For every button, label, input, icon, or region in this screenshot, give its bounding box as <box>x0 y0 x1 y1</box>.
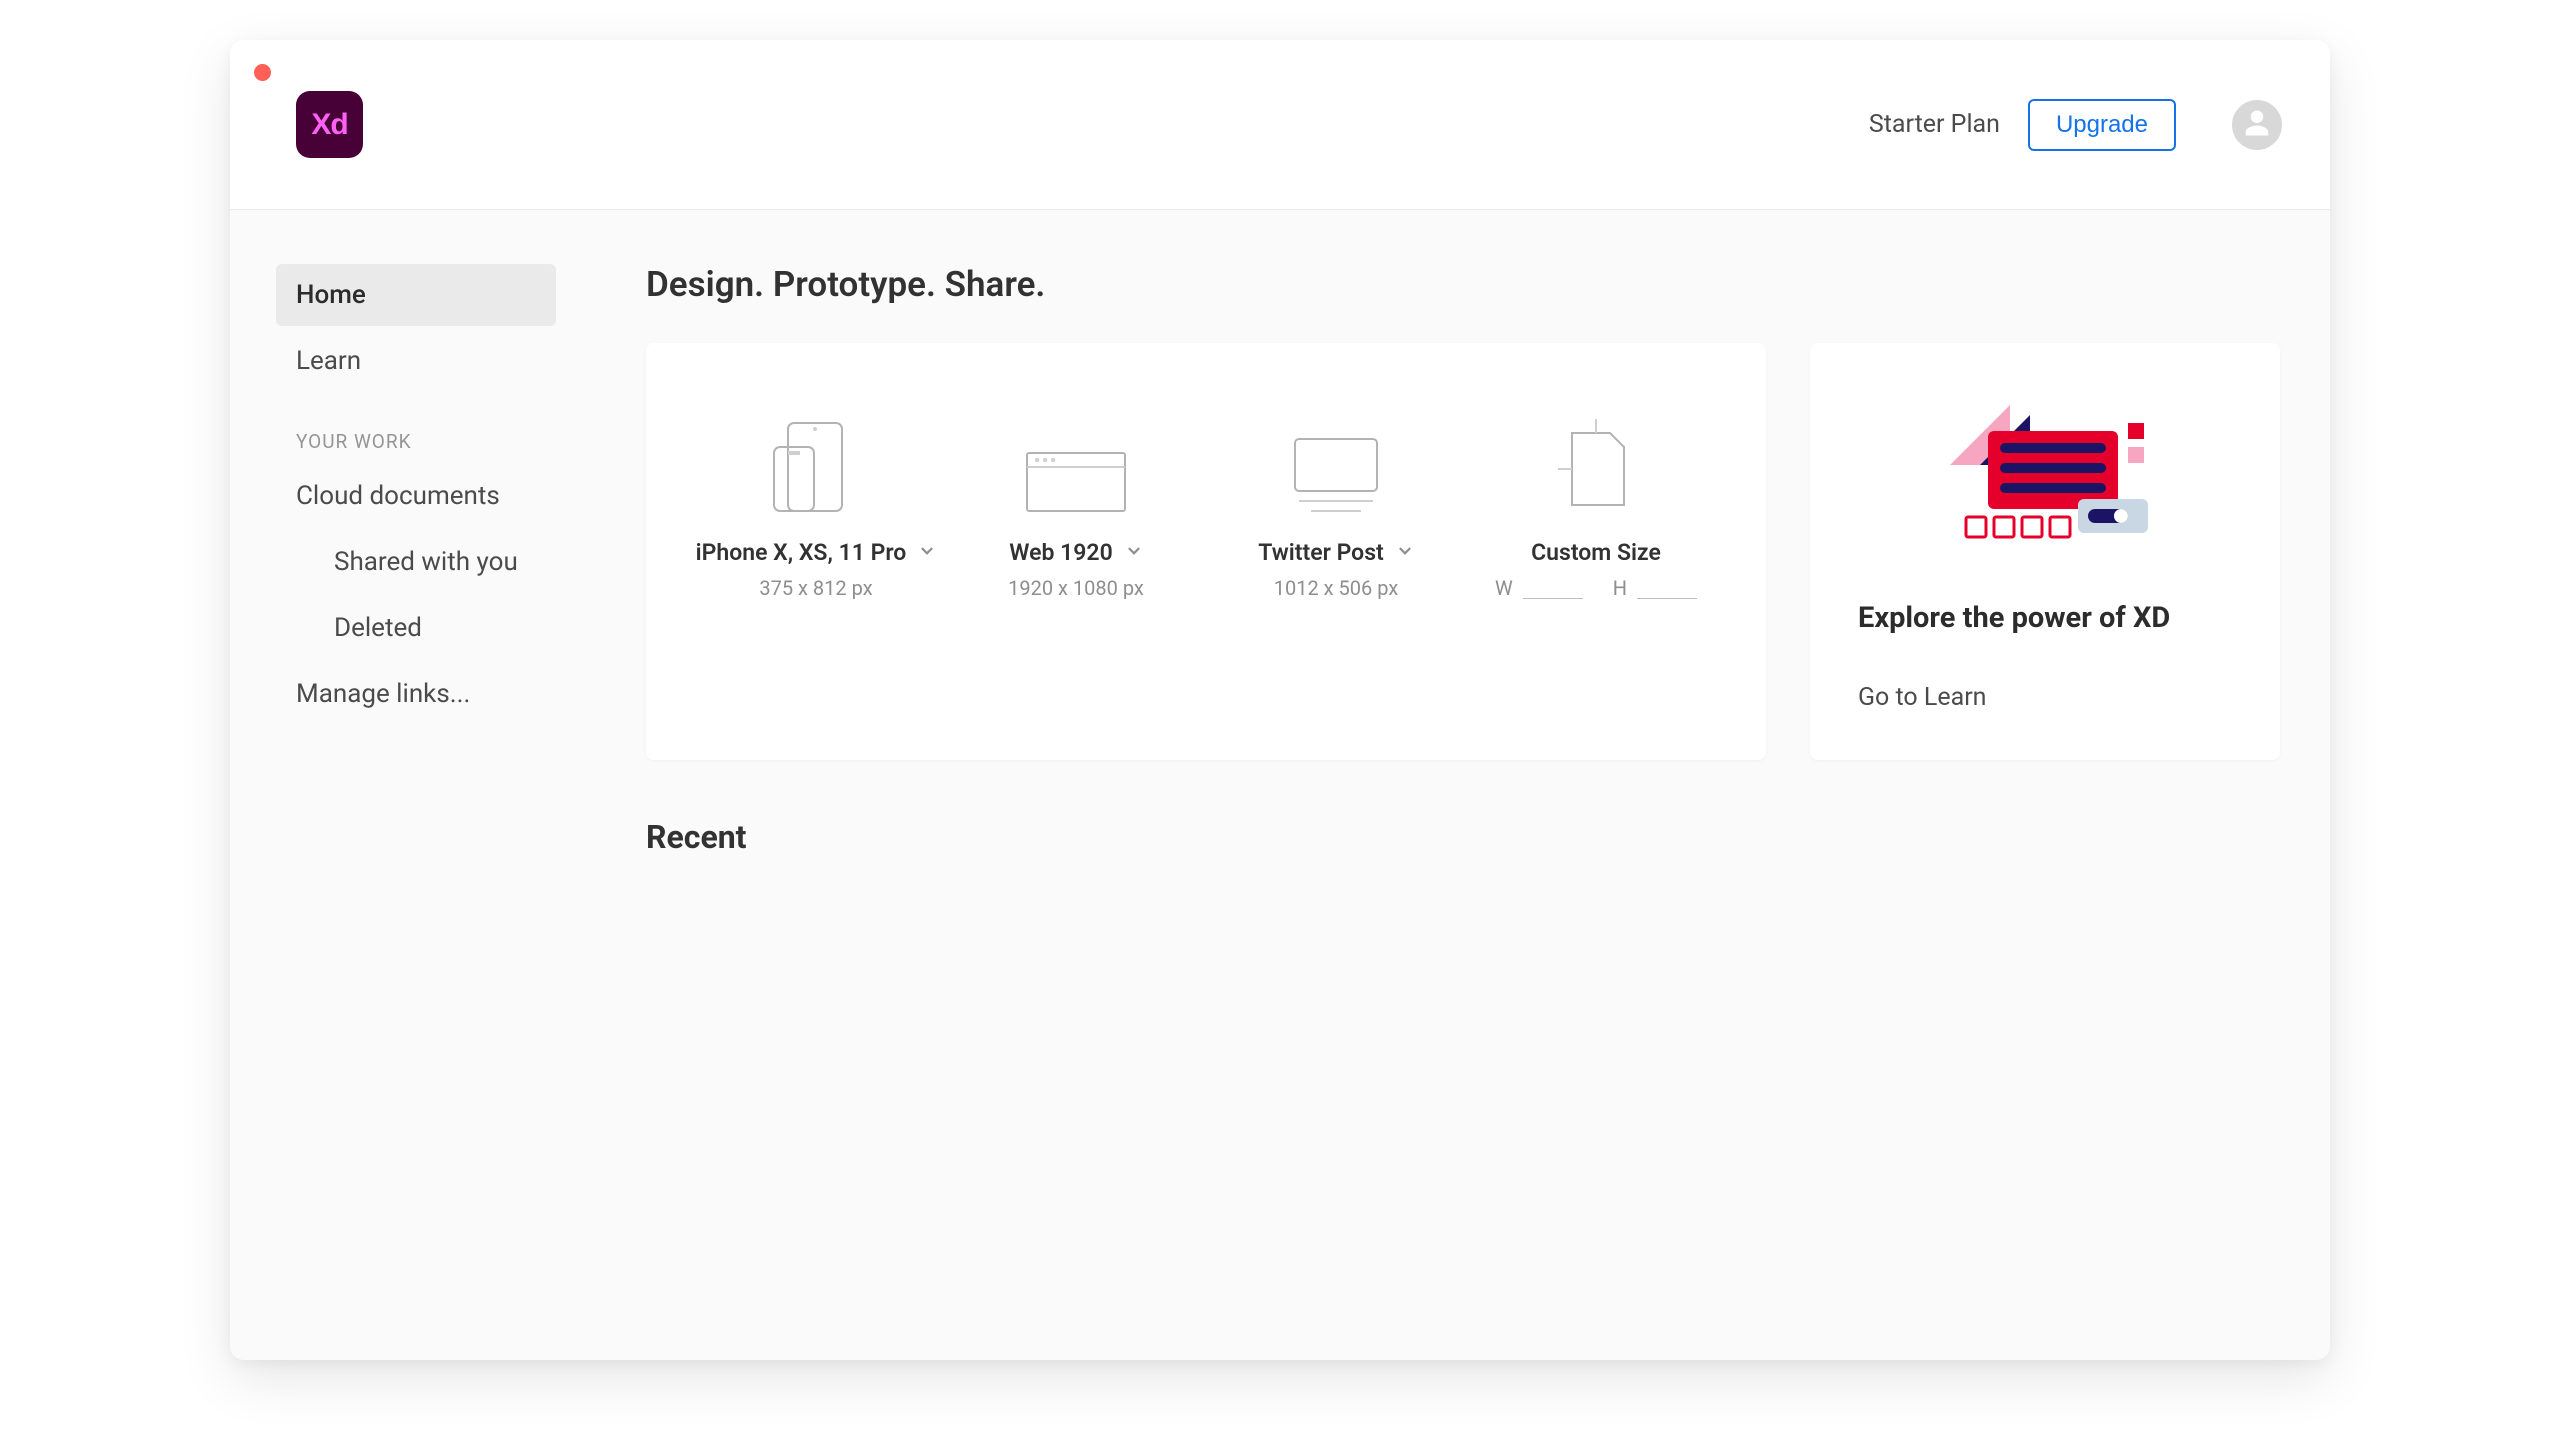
xd-logo-text: Xd <box>311 108 347 142</box>
body: Home Learn YOUR WORK Cloud documents Sha… <box>230 210 2330 1360</box>
preset-twitter-title-row: Twitter Post <box>1258 539 1414 566</box>
preset-custom[interactable]: Custom Size W H <box>1466 407 1726 688</box>
account-avatar[interactable] <box>2232 100 2282 150</box>
recent-heading: Recent <box>646 818 2280 856</box>
learn-card-title: Explore the power of XD <box>1858 601 2232 635</box>
preset-iphone[interactable]: iPhone X, XS, 11 Pro 375 x 812 px <box>686 407 946 688</box>
xd-logo-icon: Xd <box>296 91 363 158</box>
custom-height-input[interactable] <box>1637 577 1697 599</box>
learn-card: Explore the power of XD Go to Learn <box>1810 343 2280 760</box>
chevron-down-icon[interactable] <box>918 539 936 566</box>
top-bar-right: Starter Plan Upgrade <box>1869 99 2282 151</box>
go-to-learn-link[interactable]: Go to Learn <box>1858 683 2232 712</box>
custom-size-inputs: W H <box>1466 576 1726 600</box>
upgrade-button[interactable]: Upgrade <box>2028 99 2176 151</box>
twitter-preset-icon <box>1206 407 1466 517</box>
preset-web[interactable]: Web 1920 1920 x 1080 px <box>946 407 1206 688</box>
sidebar-item-home[interactable]: Home <box>276 264 556 326</box>
web-preset-icon <box>946 407 1206 517</box>
preset-twitter-title: Twitter Post <box>1258 539 1384 566</box>
custom-preset-icon <box>1466 407 1726 517</box>
close-window-icon[interactable] <box>254 64 271 81</box>
preset-custom-title: Custom Size <box>1531 539 1661 566</box>
preset-iphone-title: iPhone X, XS, 11 Pro <box>696 539 907 566</box>
app-window: Xd Starter Plan Upgrade Home Learn YOUR … <box>230 40 2330 1360</box>
cards-row: iPhone X, XS, 11 Pro 375 x 812 px <box>646 343 2280 760</box>
plan-label: Starter Plan <box>1869 110 2000 139</box>
sidebar-item-shared-with-you[interactable]: Shared with you <box>276 531 556 593</box>
custom-width-input[interactable] <box>1523 577 1583 599</box>
user-icon <box>2242 108 2272 142</box>
main-content: Design. Prototype. Share. <box>602 210 2330 1360</box>
preset-twitter[interactable]: Twitter Post 1012 x 506 px <box>1206 407 1466 688</box>
sidebar-item-learn[interactable]: Learn <box>276 330 556 392</box>
custom-width-label: W <box>1495 576 1513 600</box>
page-headline: Design. Prototype. Share. <box>646 264 2280 305</box>
top-bar: Xd Starter Plan Upgrade <box>230 40 2330 210</box>
preset-custom-title-row: Custom Size <box>1531 539 1661 566</box>
chevron-down-icon[interactable] <box>1125 539 1143 566</box>
preset-web-size: 1920 x 1080 px <box>946 576 1206 600</box>
preset-web-title: Web 1920 <box>1009 539 1112 566</box>
sidebar: Home Learn YOUR WORK Cloud documents Sha… <box>230 210 602 1360</box>
learn-illustration-icon <box>1858 381 2232 561</box>
preset-iphone-title-row: iPhone X, XS, 11 Pro <box>696 539 937 566</box>
sidebar-section-label: YOUR WORK <box>230 396 602 465</box>
preset-twitter-size: 1012 x 506 px <box>1206 576 1466 600</box>
sidebar-item-manage-links[interactable]: Manage links... <box>276 663 556 725</box>
window-controls <box>254 64 271 81</box>
custom-height-label: H <box>1613 576 1627 600</box>
iphone-preset-icon <box>686 407 946 517</box>
sidebar-item-deleted[interactable]: Deleted <box>276 597 556 659</box>
preset-iphone-size: 375 x 812 px <box>686 576 946 600</box>
chevron-down-icon[interactable] <box>1396 539 1414 566</box>
presets-card: iPhone X, XS, 11 Pro 375 x 812 px <box>646 343 1766 760</box>
preset-web-title-row: Web 1920 <box>1009 539 1142 566</box>
sidebar-item-cloud-documents[interactable]: Cloud documents <box>276 465 556 527</box>
